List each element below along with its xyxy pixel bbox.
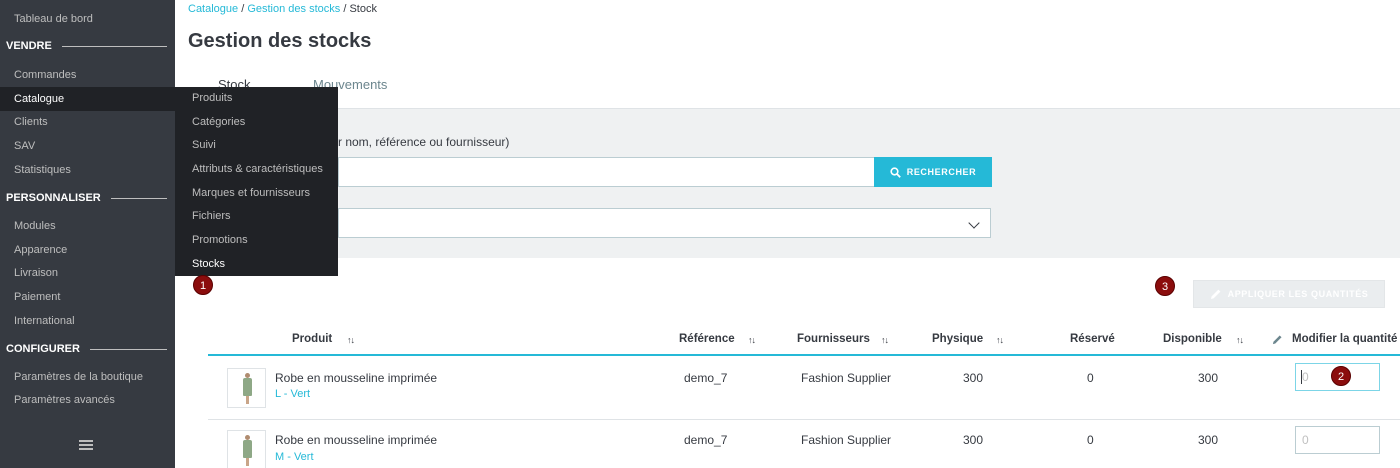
column-header-edit-quantity: Modifier la quantité (1292, 333, 1398, 345)
reserved-qty: 0 (1087, 371, 1094, 385)
sidebar-section-configure: CONFIGURER (0, 338, 175, 360)
quantity-placeholder: 0 (1302, 433, 1309, 447)
sidebar-section-customize: PERSONNALISER (0, 187, 175, 209)
sidebar-item-international[interactable]: International (0, 309, 175, 333)
column-header-reserved: Réservé (1070, 333, 1115, 345)
product-supplier: Fashion Supplier (801, 371, 892, 385)
section-label: VENDRE (6, 40, 52, 52)
product-variant: L - Vert (275, 388, 311, 400)
physical-qty: 300 (963, 371, 984, 385)
submenu-item-categories[interactable]: Catégories (175, 111, 338, 134)
sort-icon[interactable]: ↑↓ (748, 335, 756, 345)
available-qty: 300 (1198, 433, 1219, 447)
sort-icon[interactable]: ↑↓ (996, 335, 1004, 345)
column-header-product[interactable]: Produit (292, 333, 332, 345)
filter-select[interactable] (338, 208, 991, 238)
submenu-item-files[interactable]: Fichiers (175, 205, 338, 228)
product-name: Robe en mousseline imprimée (275, 433, 438, 447)
pencil-icon (1210, 289, 1220, 299)
reserved-qty: 0 (1087, 433, 1094, 447)
sidebar-item-appearance[interactable]: Apparence (0, 238, 175, 262)
submenu-item-tracking[interactable]: Suivi (175, 134, 338, 157)
section-divider (89, 348, 167, 350)
product-thumbnail[interactable] (227, 430, 266, 468)
apply-quantities-button[interactable]: APPLIQUER LES QUANTITÉS (1193, 280, 1385, 308)
sort-icon[interactable]: ↑↓ (347, 335, 355, 345)
sidebar-item-catalog[interactable]: Catalogue (0, 87, 175, 111)
sidebar-item-customers[interactable]: Clients (0, 110, 175, 134)
section-divider (61, 45, 167, 47)
sidebar-item-orders[interactable]: Commandes (0, 63, 175, 87)
product-thumbnail[interactable] (227, 368, 266, 408)
sidebar-item-modules[interactable]: Modules (0, 214, 175, 238)
search-label: r nom, référence ou fournisseur) (338, 135, 510, 149)
submenu-item-products[interactable]: Produits (175, 87, 338, 110)
sidebar-item-payment[interactable]: Paiement (0, 285, 175, 309)
sidebar-item-support[interactable]: SAV (0, 134, 175, 158)
submenu-item-stocks[interactable]: Stocks (175, 253, 338, 276)
product-reference: demo_7 (684, 371, 728, 385)
page-title: Gestion des stocks (188, 30, 372, 52)
pencil-icon (1272, 335, 1282, 345)
product-name: Robe en mousseline imprimée (275, 371, 438, 385)
sidebar-item-shop-params[interactable]: Paramètres de la boutique (0, 365, 175, 389)
quantity-placeholder: 0 (1302, 370, 1309, 384)
available-qty: 300 (1198, 371, 1219, 385)
section-divider (110, 197, 167, 199)
step-badge-2: 2 (1331, 366, 1351, 386)
breadcrumb: Catalogue / Gestion des stocks / Stock (188, 3, 377, 15)
sidebar-item-shipping[interactable]: Livraison (0, 261, 175, 285)
row-divider (208, 419, 1400, 420)
sidebar-section-sell: VENDRE (0, 35, 175, 57)
chevron-down-icon (968, 217, 980, 229)
breadcrumb-link-catalog[interactable]: Catalogue (188, 3, 238, 15)
section-label: PERSONNALISER (6, 192, 101, 204)
column-header-physical[interactable]: Physique (932, 333, 983, 345)
product-reference: demo_7 (684, 433, 728, 447)
search-input[interactable] (338, 157, 875, 187)
apply-quantities-label: APPLIQUER LES QUANTITÉS (1227, 289, 1369, 299)
product-supplier: Fashion Supplier (801, 433, 892, 447)
sort-icon[interactable]: ↑↓ (881, 335, 889, 345)
breadcrumb-separator: / (238, 3, 248, 15)
search-icon (890, 166, 901, 178)
breadcrumb-current: Stock (349, 3, 377, 15)
column-header-suppliers[interactable]: Fournisseurs (797, 333, 870, 345)
step-badge-3: 3 (1155, 276, 1175, 296)
search-button-label: RECHERCHER (906, 167, 977, 177)
sidebar-item-dashboard[interactable]: Tableau de bord (0, 7, 175, 31)
submenu-item-brands[interactable]: Marques et fournisseurs (175, 182, 338, 205)
sidebar-item-stats[interactable]: Statistiques (0, 158, 175, 182)
sort-icon[interactable]: ↑↓ (1236, 335, 1244, 345)
sidebar-item-advanced-params[interactable]: Paramètres avancés (0, 388, 175, 412)
hamburger-icon[interactable] (79, 440, 93, 452)
table-header-divider (208, 354, 1400, 356)
quantity-input[interactable]: 0 (1295, 426, 1380, 454)
sidebar: Tableau de bord VENDRE Commandes Catalog… (0, 0, 175, 468)
section-label: CONFIGURER (6, 343, 80, 355)
search-button[interactable]: RECHERCHER (874, 157, 992, 187)
submenu-item-attributes[interactable]: Attributs & caractéristiques (175, 158, 338, 181)
breadcrumb-link-stock-mgmt[interactable]: Gestion des stocks (247, 3, 340, 15)
column-header-available[interactable]: Disponible (1163, 333, 1222, 345)
column-header-reference[interactable]: Référence (679, 333, 735, 345)
catalog-submenu: Produits Catégories Suivi Attributs & ca… (175, 87, 338, 276)
submenu-item-promotions[interactable]: Promotions (175, 229, 338, 252)
product-variant: M - Vert (275, 451, 314, 463)
physical-qty: 300 (963, 433, 984, 447)
step-badge-1: 1 (193, 275, 213, 295)
text-caret (1301, 370, 1302, 384)
